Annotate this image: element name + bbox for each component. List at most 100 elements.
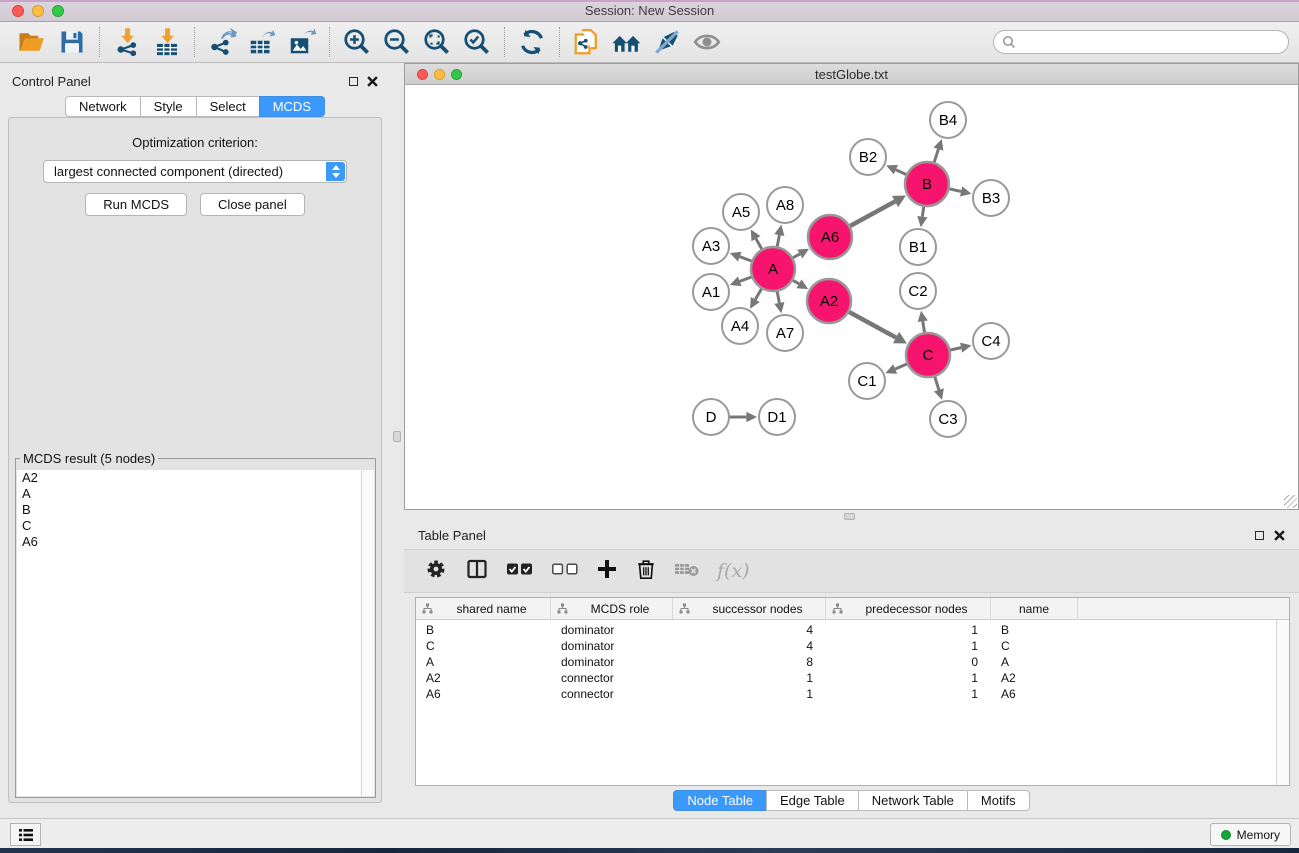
function-builder-icon[interactable]: f(x)	[717, 560, 750, 582]
node-A6[interactable]: A6	[808, 215, 852, 259]
table-columns-icon[interactable]	[465, 557, 489, 586]
cell-predecessor-nodes: 1	[826, 639, 991, 653]
column-header-mcds-role[interactable]: MCDS role	[551, 598, 673, 619]
node-D[interactable]: D	[693, 399, 729, 435]
float-table-panel-icon[interactable]	[1255, 531, 1264, 540]
result-item-a[interactable]: A	[17, 486, 374, 502]
tab-network-table[interactable]: Network Table	[858, 790, 968, 811]
tab-edge-table[interactable]: Edge Table	[766, 790, 859, 811]
add-column-icon[interactable]	[596, 558, 618, 585]
criterion-dropdown[interactable]: largest connected component (directed)	[43, 160, 347, 183]
table-scrollbar[interactable]	[1276, 620, 1289, 785]
node-A1[interactable]: A1	[693, 274, 729, 310]
table-settings-icon[interactable]	[424, 557, 448, 586]
column-header-predecessor-nodes[interactable]: predecessor nodes	[826, 598, 991, 619]
network-minimize-button[interactable]	[434, 69, 445, 80]
node-C2[interactable]: C2	[900, 273, 936, 309]
zoom-out-icon[interactable]	[377, 25, 417, 59]
tab-style[interactable]: Style	[140, 96, 197, 117]
column-header-shared-name[interactable]: shared name	[416, 598, 551, 619]
node-A[interactable]: A	[751, 247, 795, 291]
export-network-icon[interactable]	[202, 25, 242, 59]
task-history-button[interactable]	[10, 823, 41, 846]
control-panel: Control Panel NetworkStyleSelectMCDS Opt…	[0, 63, 390, 818]
import-network-icon[interactable]	[107, 25, 147, 59]
node-D1[interactable]: D1	[759, 399, 795, 435]
network-window-titlebar: testGlobe.txt	[405, 64, 1298, 85]
table-panel: Table Panel f(x) sh	[404, 520, 1299, 818]
zoom-in-icon[interactable]	[337, 25, 377, 59]
cell-successor-nodes: 8	[673, 655, 826, 669]
search-box[interactable]	[993, 30, 1289, 54]
apply-layout-icon[interactable]	[512, 25, 552, 59]
node-A2[interactable]: A2	[807, 279, 851, 323]
tab-select[interactable]: Select	[196, 96, 260, 117]
table-row[interactable]: Bdominator41B	[416, 622, 1275, 638]
criterion-value: largest connected component (directed)	[54, 164, 283, 179]
tab-motifs[interactable]: Motifs	[967, 790, 1030, 811]
delete-table-icon[interactable]	[674, 560, 700, 583]
node-B3[interactable]: B3	[973, 180, 1009, 216]
export-image-icon[interactable]	[282, 25, 322, 59]
result-item-a6[interactable]: A6	[17, 534, 374, 550]
close-panel-button[interactable]: Close panel	[200, 193, 305, 216]
close-panel-icon[interactable]	[367, 76, 378, 87]
horizontal-splitter-grip[interactable]	[844, 513, 855, 520]
network-close-button[interactable]	[417, 69, 428, 80]
node-B4[interactable]: B4	[930, 102, 966, 138]
table-row[interactable]: Cdominator41C	[416, 638, 1275, 654]
network-zoom-button[interactable]	[451, 69, 462, 80]
run-mcds-button[interactable]: Run MCDS	[85, 193, 187, 216]
graphics-details-icon[interactable]	[687, 25, 727, 59]
close-table-panel-icon[interactable]	[1274, 530, 1285, 541]
tab-node-table[interactable]: Node Table	[673, 790, 767, 811]
table-row[interactable]: A2connector11A2	[416, 670, 1275, 686]
node-A8[interactable]: A8	[767, 187, 803, 223]
network-canvas[interactable]: B4 B2 B B3 A8A5 A6 A3 B1 A C2 A1 A2 A4A7 C4 C C1 D D1 C3	[405, 85, 1298, 509]
clone-network-icon[interactable]	[567, 25, 607, 59]
node-B2[interactable]: B2	[850, 139, 886, 175]
result-item-a2[interactable]: A2	[17, 470, 374, 486]
deselect-all-icon[interactable]	[551, 561, 579, 582]
node-C1[interactable]: C1	[849, 363, 885, 399]
node-A3[interactable]: A3	[693, 228, 729, 264]
import-table-icon[interactable]	[147, 25, 187, 59]
window-resize-grip[interactable]	[1284, 495, 1297, 508]
node-A7[interactable]: A7	[767, 315, 803, 351]
select-all-icon[interactable]	[506, 561, 534, 582]
node-A5[interactable]: A5	[723, 194, 759, 230]
zoom-window-button[interactable]	[52, 5, 64, 17]
splitter-grip[interactable]	[393, 431, 401, 442]
result-scrollbar[interactable]	[361, 470, 374, 796]
close-window-button[interactable]	[12, 5, 24, 17]
export-table-icon[interactable]	[242, 25, 282, 59]
cell-shared-name: A2	[416, 671, 551, 685]
result-item-c[interactable]: C	[17, 518, 374, 534]
delete-column-icon[interactable]	[635, 558, 657, 585]
node-C[interactable]: C	[906, 333, 950, 377]
result-item-b[interactable]: B	[17, 502, 374, 518]
cell-name: B	[991, 623, 1078, 637]
minimize-window-button[interactable]	[32, 5, 44, 17]
zoom-selected-icon[interactable]	[457, 25, 497, 59]
table-row[interactable]: Adominator80A	[416, 654, 1275, 670]
first-neighbors-icon[interactable]	[607, 25, 647, 59]
node-C3[interactable]: C3	[930, 401, 966, 437]
memory-button[interactable]: Memory	[1210, 823, 1291, 846]
column-header-successor-nodes[interactable]: successor nodes	[673, 598, 826, 619]
tab-mcds[interactable]: MCDS	[259, 96, 325, 117]
tab-network[interactable]: Network	[65, 96, 141, 117]
search-input[interactable]	[1021, 32, 1288, 52]
open-session-icon[interactable]	[12, 25, 52, 59]
node-A4[interactable]: A4	[722, 308, 758, 344]
save-session-icon[interactable]	[52, 25, 92, 59]
node-C4[interactable]: C4	[973, 323, 1009, 359]
zoom-fit-icon[interactable]	[417, 25, 457, 59]
node-B1[interactable]: B1	[900, 229, 936, 265]
table-row[interactable]: A6connector11A6	[416, 686, 1275, 702]
column-header-name[interactable]: name	[991, 598, 1078, 619]
panel-splitter[interactable]	[390, 63, 404, 818]
float-panel-icon[interactable]	[349, 77, 358, 86]
node-B[interactable]: B	[905, 162, 949, 206]
hide-annotations-icon[interactable]	[647, 25, 687, 59]
